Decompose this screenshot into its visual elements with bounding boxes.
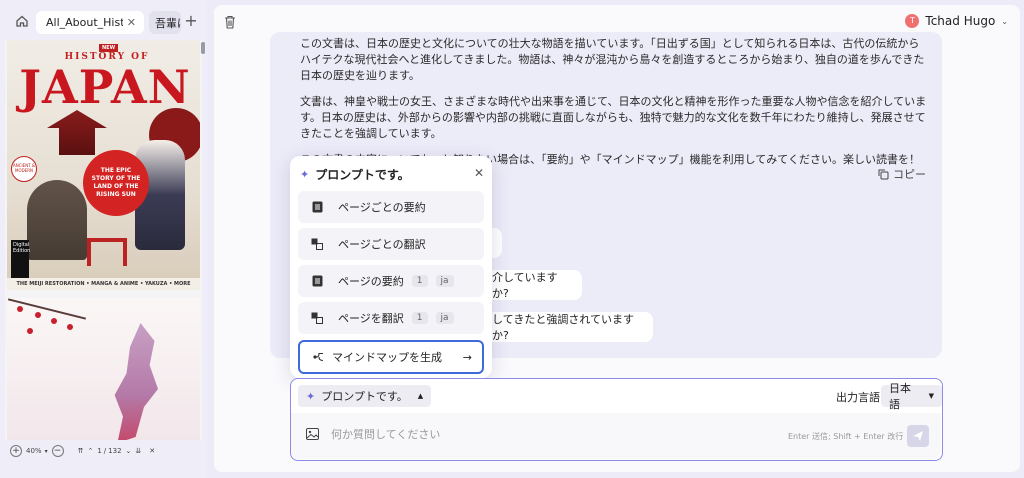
output-language-label: 出力言語	[836, 391, 880, 404]
magazine-cover-image: NEW HISTORY OF JAPAN ANCIENT & MODERN TH…	[7, 40, 200, 290]
tab-document-inactive[interactable]: 吾輩は	[149, 11, 181, 34]
total-pages: 132	[108, 447, 122, 455]
prompt-item-label: ページごとの要約	[338, 201, 426, 214]
pdf-viewer[interactable]: NEW HISTORY OF JAPAN ANCIENT & MODERN TH…	[5, 40, 202, 440]
samurai-illustration	[27, 180, 87, 260]
document-pane: All_About_Hist… ✕ 吾輩は + NEW HISTORY OF J…	[0, 0, 207, 478]
document-icon	[310, 201, 324, 213]
prompt-item-summarize-page[interactable]: ページの要約 1 ja	[298, 265, 484, 297]
keyboard-hint: Enter 送信; Shift + Enter 改行	[788, 432, 904, 441]
scrollbar-thumb[interactable]	[201, 42, 205, 54]
popup-title: プロンプトです。	[315, 167, 410, 182]
zoom-in-icon[interactable]: +	[10, 445, 22, 457]
zoom-value: 40%	[26, 447, 42, 455]
send-icon	[913, 431, 923, 441]
sparkle-icon: ✦	[300, 167, 310, 181]
zoom-out-icon[interactable]: −	[51, 445, 64, 457]
prompt-popup: ✦ プロンプトです。 ✕ ページごとの要約 ページごとの翻訳 ページの要約 1 …	[290, 156, 492, 378]
close-icon[interactable]: ✕	[474, 166, 484, 180]
user-menu[interactable]: T Tchad Hugo ⌄	[905, 14, 1008, 28]
chat-input-box: ✦ プロンプトです。 ▲ 出力言語 日本語 ▼ Enter 送信; Shift …	[290, 378, 943, 461]
chevron-down-icon: ▾	[44, 447, 48, 455]
last-page-icon[interactable]: ⇊	[135, 444, 141, 458]
prompt-item-label: ページを翻訳	[338, 312, 404, 325]
tab-label: All_About_Hist…	[46, 16, 123, 29]
viewer-toolbar: + 40% ▾ − ⇈ ⌃ 1 / 132 ⌄ ⇊ ✕	[5, 441, 207, 461]
first-page-icon[interactable]: ⇈	[78, 444, 84, 458]
prompt-item-label: ページごとの翻訳	[338, 238, 426, 251]
page-separator: /	[103, 447, 107, 455]
prompt-item-label: マインドマップを生成	[332, 351, 442, 364]
page-number-tag[interactable]: 1	[411, 275, 428, 287]
tab-document-active[interactable]: All_About_Hist… ✕	[36, 11, 144, 34]
input-area: Enter 送信; Shift + Enter 改行	[291, 413, 941, 459]
page-number-tag[interactable]: 1	[411, 312, 428, 324]
copy-icon	[878, 169, 889, 179]
close-icon[interactable]: ✕	[149, 444, 155, 458]
language-tag[interactable]: ja	[435, 312, 454, 324]
current-page: 1	[97, 447, 102, 455]
user-name: Tchad Hugo	[925, 14, 996, 28]
chevron-down-icon: ⌄	[1001, 16, 1008, 26]
add-tab-icon[interactable]: +	[183, 13, 199, 29]
prompt-item-label: ページの要約	[338, 275, 404, 288]
prompt-item-page-summary[interactable]: ページごとの要約	[298, 191, 484, 223]
page-indicator[interactable]: 1 / 132	[97, 444, 121, 458]
prompt-button[interactable]: ✦ プロンプトです。 ▲	[298, 385, 432, 407]
output-language-select[interactable]: 日本語 ▼	[881, 382, 942, 411]
suggested-question-text: してきたと強調されていますか?	[492, 313, 635, 342]
home-icon[interactable]	[14, 13, 30, 29]
output-language-value: 日本語	[889, 382, 911, 411]
trash-icon[interactable]	[224, 15, 238, 31]
message-paragraph: 文書は、神皇や戦士の女王、さまざまな時代や出来事を通じて、日本の文化と精神を形作…	[300, 95, 927, 140]
caret-up-icon: ▲	[417, 392, 424, 400]
torii-illustration	[87, 238, 127, 266]
popup-header: ✦ プロンプトです。 ✕	[300, 164, 486, 184]
document-icon	[310, 275, 324, 287]
arrow-right-icon: →	[462, 350, 472, 364]
translate-icon	[310, 238, 324, 250]
close-icon[interactable]: ✕	[127, 16, 136, 29]
caret-down-icon: ▼	[928, 392, 934, 400]
cover-title: JAPAN	[19, 60, 191, 114]
blossom-illustration	[27, 328, 33, 334]
cover-footer: THE MEIJI RESTORATION • MANGA & ANIME • …	[7, 278, 200, 290]
blossom-illustration	[67, 324, 73, 330]
prompt-button-label: プロンプトです。	[321, 390, 408, 403]
temple-illustration	[47, 110, 107, 155]
zoom-level[interactable]: 40% ▾	[26, 444, 48, 458]
translate-icon	[310, 312, 324, 324]
prompt-item-generate-mindmap[interactable]: マインドマップを生成 →	[298, 340, 484, 374]
copy-button[interactable]: コピー	[878, 166, 926, 182]
suggested-question-text: 介していますか?	[492, 271, 558, 300]
japan-map-illustration	[114, 323, 158, 440]
mindmap-icon	[312, 351, 326, 363]
language-tag[interactable]: ja	[435, 275, 454, 287]
next-page-icon[interactable]: ⌄	[126, 444, 132, 458]
prompt-item-page-translate[interactable]: ページごとの翻訳	[298, 228, 484, 260]
prompt-item-translate-page[interactable]: ページを翻訳 1 ja	[298, 302, 484, 334]
question-input[interactable]	[331, 423, 751, 445]
sparkle-icon: ✦	[306, 389, 316, 403]
blossom-illustration	[51, 318, 57, 324]
tab-label: 吾輩は	[155, 16, 181, 30]
avatar: T	[905, 14, 920, 28]
page-2-thumbnail	[7, 298, 200, 440]
blossom-illustration	[35, 312, 41, 318]
message-paragraph: この文書は、日本の歴史と文化についての壮大な物語を描いています。「日出ずる国」と…	[300, 37, 925, 82]
image-upload-icon[interactable]	[306, 428, 319, 443]
cover-circle-text: THE EPIC STORY OF THE LAND OF THE RISING…	[83, 150, 149, 216]
send-button[interactable]	[907, 425, 929, 447]
blossom-illustration	[17, 306, 23, 312]
previous-page-icon[interactable]: ⌃	[87, 444, 93, 458]
new-tag: NEW	[99, 44, 119, 52]
copy-label: コピー	[893, 168, 926, 181]
cover-badge: ANCIENT & MODERN	[11, 156, 37, 182]
